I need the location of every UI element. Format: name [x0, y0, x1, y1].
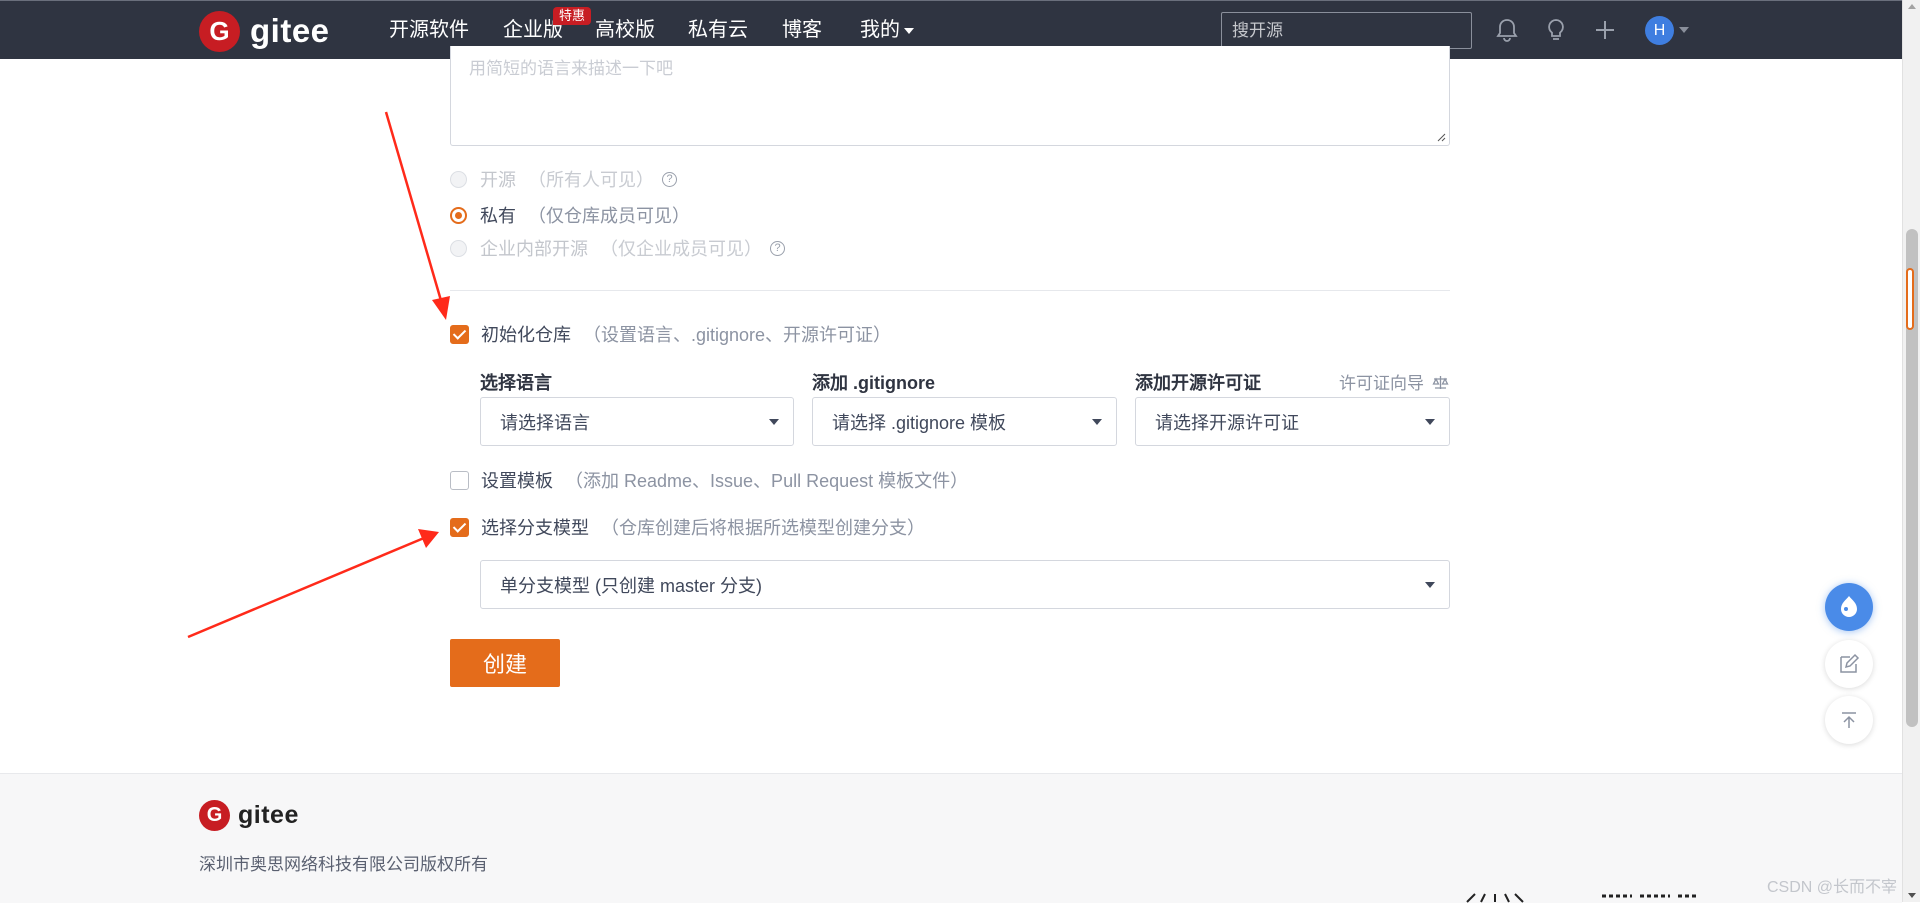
init-repo-hint: （设置语言、.gitignore、开源许可证） — [583, 325, 892, 345]
footer-logo-mark: G — [199, 800, 230, 831]
footer-logo-text: gitee — [238, 801, 299, 829]
scroll-up-icon[interactable] — [1908, 4, 1916, 9]
radio-public[interactable] — [450, 170, 467, 188]
chevron-down-icon — [904, 27, 914, 34]
license-select-value: 请选择开源许可证 — [1155, 412, 1299, 433]
search-input[interactable] — [1221, 12, 1472, 49]
branch-model-option[interactable]: 选择分支模型 （仓库创建后将根据所选模型创建分支） — [450, 515, 925, 539]
description-textarea[interactable]: 用简短的语言来描述一下吧 — [450, 46, 1450, 146]
template-label: 设置模板 — [481, 471, 553, 491]
gitee-logo[interactable]: G gitee — [199, 10, 330, 52]
init-repo-label: 初始化仓库 — [481, 325, 571, 345]
divider — [450, 290, 1450, 291]
template-option[interactable]: 设置模板 （添加 Readme、Issue、Pull Request 模板文件） — [450, 468, 968, 492]
gitee-logo-text: gitee — [250, 12, 330, 49]
gitee-logo-mark: G — [199, 10, 240, 52]
chevron-down-icon — [1425, 582, 1435, 588]
chevron-down-icon — [1425, 419, 1435, 425]
avatar-chevron-down-icon[interactable] — [1679, 27, 1689, 33]
assistant-icon — [1841, 596, 1857, 617]
watermark: CSDN @长而不宰 — [1767, 879, 1898, 896]
visibility-public-label: 开源 — [480, 170, 516, 190]
back-to-top-icon — [1842, 712, 1856, 728]
template-hint: （添加 Readme、Issue、Pull Request 模板文件） — [565, 471, 969, 491]
license-guide-link[interactable]: 许可证向导 — [1339, 369, 1449, 394]
nav-mine[interactable]: 我的 — [860, 17, 914, 43]
language-select[interactable]: 请选择语言 — [480, 397, 794, 446]
gitignore-select-value: 请选择 .gitignore 模板 — [832, 412, 1007, 433]
gitignore-select[interactable]: 请选择 .gitignore 模板 — [812, 397, 1117, 446]
nav-open-source[interactable]: 开源软件 — [389, 17, 469, 43]
floating-back-to-top-button[interactable] — [1825, 696, 1873, 744]
scale-icon — [1432, 376, 1449, 389]
edit-icon — [1840, 653, 1860, 673]
bell-icon[interactable] — [1494, 17, 1520, 43]
radio-enterprise[interactable] — [450, 239, 467, 257]
copyright-text: 深圳市奥思网络科技有限公司版权所有 — [199, 855, 488, 874]
create-button[interactable]: 创建 — [450, 639, 560, 687]
lightbulb-icon[interactable] — [1543, 17, 1569, 43]
description-placeholder: 用简短的语言来描述一下吧 — [469, 59, 673, 78]
footer: G gitee 深圳市奥思网络科技有限公司版权所有 — [0, 773, 1902, 903]
chevron-down-icon — [769, 419, 779, 425]
page-scrollbar[interactable] — [1902, 0, 1920, 902]
visibility-public-hint: （所有人可见） — [528, 170, 654, 190]
template-checkbox[interactable] — [450, 470, 469, 490]
footer-badge-partial-icon — [1602, 894, 1698, 898]
license-select[interactable]: 请选择开源许可证 — [1135, 397, 1450, 446]
resize-handle-icon[interactable] — [1436, 132, 1446, 142]
branch-model-label: 选择分支模型 — [481, 518, 589, 538]
floating-assistant-button[interactable] — [1825, 583, 1873, 631]
floating-feedback-button[interactable] — [1825, 640, 1873, 688]
footer-gitee-logo[interactable]: G gitee — [199, 800, 299, 831]
visibility-option-enterprise[interactable]: 企业内部开源 （仅企业成员可见） ? — [450, 236, 785, 260]
plus-icon[interactable] — [1592, 17, 1618, 43]
chevron-down-icon — [1092, 419, 1102, 425]
license-guide-label: 许可证向导 — [1339, 374, 1424, 393]
nav-private-cloud[interactable]: 私有云 — [688, 17, 748, 43]
branch-model-select[interactable]: 单分支模型 (只创建 master 分支) — [480, 560, 1450, 609]
visibility-enterprise-hint: （仅企业成员可见） — [600, 239, 762, 259]
gitignore-label: 添加 .gitignore — [812, 373, 935, 393]
scroll-down-icon[interactable] — [1908, 893, 1916, 898]
visibility-private-hint: （仅仓库成员可见） — [528, 206, 690, 226]
branch-model-checkbox[interactable] — [450, 517, 469, 537]
hot-badge: 特惠 — [553, 7, 592, 25]
branch-model-hint: （仓库创建后将根据所选模型创建分支） — [601, 518, 925, 538]
init-repo-option[interactable]: 初始化仓库 （设置语言、.gitignore、开源许可证） — [450, 322, 891, 346]
init-repo-checkbox[interactable] — [450, 324, 469, 344]
footer-qr-partial-icon — [1466, 893, 1524, 903]
branch-model-select-value: 单分支模型 (只创建 master 分支) — [500, 575, 763, 596]
help-icon[interactable]: ? — [770, 240, 785, 256]
visibility-enterprise-label: 企业内部开源 — [480, 239, 588, 259]
nav-education[interactable]: 高校版 — [595, 17, 655, 43]
help-icon[interactable]: ? — [662, 171, 677, 187]
visibility-private-label: 私有 — [480, 206, 516, 226]
visibility-option-private[interactable]: 私有 （仅仓库成员可见） — [450, 203, 690, 227]
annotation-arrow-branch — [187, 529, 439, 639]
nav-blog[interactable]: 博客 — [782, 17, 822, 43]
language-select-value: 请选择语言 — [500, 412, 590, 433]
avatar[interactable]: H — [1645, 16, 1674, 45]
language-label: 选择语言 — [480, 373, 552, 393]
scroll-position-indicator — [1906, 268, 1914, 330]
nav-mine-label: 我的 — [860, 19, 900, 41]
license-label: 添加开源许可证 — [1135, 373, 1261, 393]
visibility-option-public[interactable]: 开源 （所有人可见） ? — [450, 167, 677, 191]
annotation-arrow-init — [384, 111, 450, 320]
radio-private[interactable] — [450, 206, 467, 224]
